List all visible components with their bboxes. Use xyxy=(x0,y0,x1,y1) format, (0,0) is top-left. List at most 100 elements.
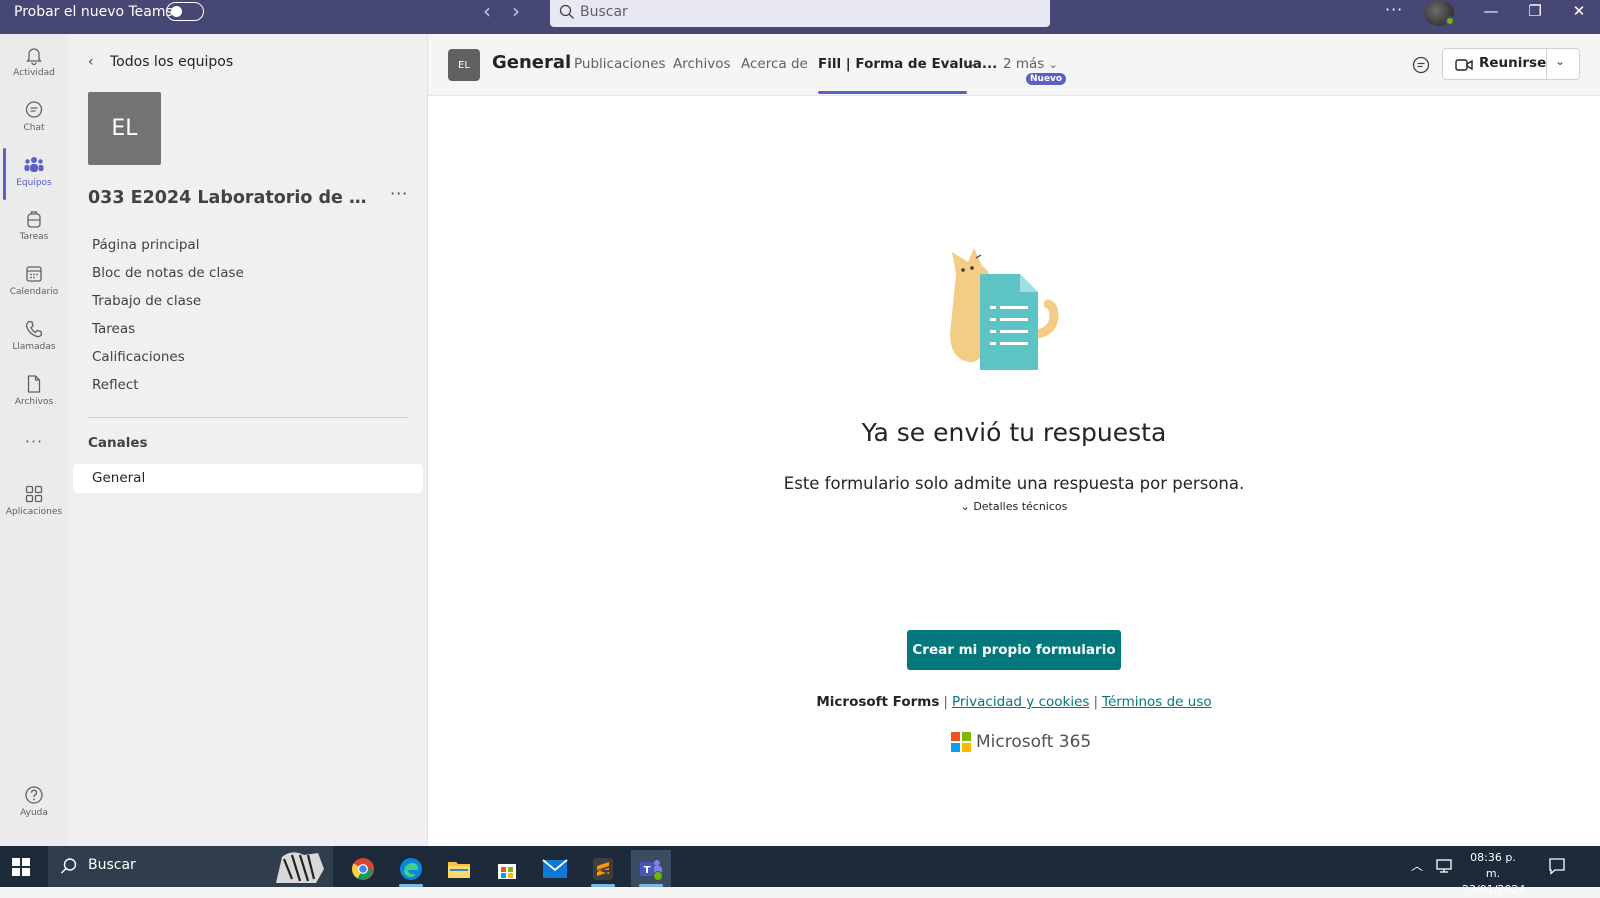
team-menu: Página principal Bloc de notas de clase … xyxy=(92,234,244,402)
sublime-text-icon xyxy=(593,857,613,880)
taskbar-sublime[interactable] xyxy=(583,850,623,887)
tab-chevron-down-icon[interactable]: ⌄ xyxy=(968,56,977,69)
windows-taskbar: Buscar T ︿ 08:36 p. m. 23/01/2024 xyxy=(0,846,1600,896)
meet-separator xyxy=(1546,49,1547,79)
team-menu-item-classwork[interactable]: Trabajo de clase xyxy=(92,290,244,318)
title-bar: Probar el nuevo Teams ‹ › Buscar ··· — ❐… xyxy=(0,0,1600,34)
taskbar-teams[interactable]: T xyxy=(631,850,671,887)
help-icon xyxy=(25,786,43,804)
minimize-icon[interactable]: — xyxy=(1468,0,1514,24)
taskbar-mail[interactable] xyxy=(535,850,575,887)
all-teams-link[interactable]: ‹ Todos los equipos xyxy=(88,54,233,70)
clock-date: 23/01/2024 xyxy=(1462,883,1526,896)
meet-button[interactable]: Reunirse ⌄ xyxy=(1442,48,1580,80)
team-more-options-icon[interactable]: ··· xyxy=(390,184,408,203)
channels-heading: Canales xyxy=(88,435,148,451)
appbar-teams-label: Equipos xyxy=(16,178,52,188)
video-camera-icon xyxy=(1455,59,1473,71)
divider xyxy=(88,417,408,418)
taskbar-file-explorer[interactable] xyxy=(439,850,479,887)
notification-center-icon[interactable] xyxy=(1548,857,1566,875)
appbar-help[interactable]: Ayuda xyxy=(0,784,68,818)
active-indicator xyxy=(3,148,6,200)
search-input[interactable]: Buscar xyxy=(550,0,1050,27)
main-content: EL General Publicaciones Archivos Acerca… xyxy=(428,34,1600,846)
appbar-calls[interactable]: Llamadas xyxy=(0,318,68,352)
channel-item-general[interactable]: General xyxy=(73,464,423,493)
taskbar-search[interactable]: Buscar xyxy=(48,846,333,887)
teams-icon xyxy=(24,157,44,172)
appbar-apps[interactable]: Aplicaciones xyxy=(0,483,68,517)
team-menu-item-reflect[interactable]: Reflect xyxy=(92,374,244,402)
more-options-icon[interactable]: ··· xyxy=(1385,0,1403,19)
meet-label: Reunirse xyxy=(1479,55,1547,71)
response-title: Ya se envió tu respuesta xyxy=(861,418,1167,447)
privacy-link[interactable]: Privacidad y cookies xyxy=(952,694,1089,710)
tab-more[interactable]: 2 más ⌄ xyxy=(1003,56,1058,72)
store-icon xyxy=(498,863,516,879)
appbar-files[interactable]: Archivos xyxy=(0,373,68,407)
close-icon[interactable]: ✕ xyxy=(1556,0,1600,24)
appbar-activity-label: Actividad xyxy=(13,68,55,78)
microsoft-logo-icon xyxy=(951,732,971,752)
cat-document-illustration xyxy=(950,248,1059,370)
appbar-chat-label: Chat xyxy=(23,123,45,133)
tab-about[interactable]: Acerca de xyxy=(741,56,808,72)
appbar-calls-label: Llamadas xyxy=(12,342,56,352)
new-badge: Nuevo xyxy=(1026,73,1067,85)
search-icon xyxy=(61,858,77,874)
footer-separator: | xyxy=(1093,694,1098,710)
new-teams-toggle[interactable] xyxy=(166,2,204,21)
calendar-icon xyxy=(26,266,42,282)
team-menu-item-assignments[interactable]: Tareas xyxy=(92,318,244,346)
microsoft-365-label: Microsoft 365 xyxy=(976,732,1092,752)
try-new-teams-label: Probar el nuevo Teams xyxy=(14,4,173,20)
microsoft-365-logo: Microsoft 365 xyxy=(951,731,1091,753)
appbar-activity[interactable]: Actividad xyxy=(0,44,68,78)
tray-chevron-up-icon[interactable]: ︿ xyxy=(1411,857,1423,874)
tab-posts[interactable]: Publicaciones xyxy=(574,56,666,72)
all-teams-label: Todos los equipos xyxy=(110,54,234,70)
network-icon[interactable] xyxy=(1436,858,1454,874)
forms-brand: Microsoft Forms xyxy=(816,694,940,710)
team-avatar[interactable]: EL xyxy=(88,92,161,165)
clock-time: 08:36 p. m. xyxy=(1470,851,1516,880)
back-arrow-icon[interactable]: ‹ xyxy=(477,0,497,22)
taskbar-chrome[interactable] xyxy=(343,850,383,887)
tab-more-label: 2 más xyxy=(1003,56,1045,72)
meet-dropdown-icon[interactable]: ⌄ xyxy=(1555,54,1565,68)
apps-icon xyxy=(25,485,43,503)
forms-footer: Microsoft Forms | Privacidad y cookies | Tér… xyxy=(428,694,1600,710)
tab-files[interactable]: Archivos xyxy=(673,56,731,72)
team-name: 033 E2024 Laboratorio de Aplica... xyxy=(88,188,370,208)
team-menu-item-home[interactable]: Página principal xyxy=(92,234,244,262)
taskbar-edge[interactable] xyxy=(391,850,431,887)
appbar-help-label: Ayuda xyxy=(20,808,48,818)
appbar-calendar[interactable]: Calendario xyxy=(0,263,68,297)
appbar-assignments[interactable]: Tareas xyxy=(0,208,68,242)
app-bar: Actividad Chat Equipos Tareas Calendario… xyxy=(0,34,68,846)
windows-start-icon[interactable] xyxy=(12,858,30,876)
create-form-button[interactable]: Crear mi propio formulario xyxy=(907,630,1121,670)
appbar-teams[interactable]: Equipos xyxy=(0,148,68,200)
appbar-chat[interactable]: Chat xyxy=(0,99,68,133)
forward-arrow-icon[interactable]: › xyxy=(506,0,526,22)
team-panel: ‹ Todos los equipos EL 033 E2024 Laborato… xyxy=(68,34,428,846)
presence-available-icon xyxy=(1445,16,1455,26)
restore-icon[interactable]: ❐ xyxy=(1512,0,1558,24)
footer-separator: | xyxy=(943,694,948,710)
bell-icon xyxy=(26,48,42,66)
user-avatar[interactable] xyxy=(1424,0,1455,26)
terms-link[interactable]: Términos de uso xyxy=(1102,694,1212,710)
conversation-icon[interactable] xyxy=(1410,54,1432,76)
team-menu-item-grades[interactable]: Calificaciones xyxy=(92,346,244,374)
team-menu-item-notebook[interactable]: Bloc de notas de clase xyxy=(92,262,244,290)
appbar-more[interactable]: ··· xyxy=(0,432,68,451)
taskbar-store[interactable] xyxy=(487,850,527,887)
channel-header: EL General Publicaciones Archivos Acerca… xyxy=(428,34,1600,96)
taskbar-clock[interactable]: 08:36 p. m. 23/01/2024 xyxy=(1462,850,1526,898)
chevron-down-icon: ⌄ xyxy=(960,500,974,513)
appbar-assignments-label: Tareas xyxy=(19,232,49,242)
technical-details-toggle[interactable]: ⌄ Detalles técnicos xyxy=(428,500,1600,513)
active-tab-underline xyxy=(818,91,967,94)
